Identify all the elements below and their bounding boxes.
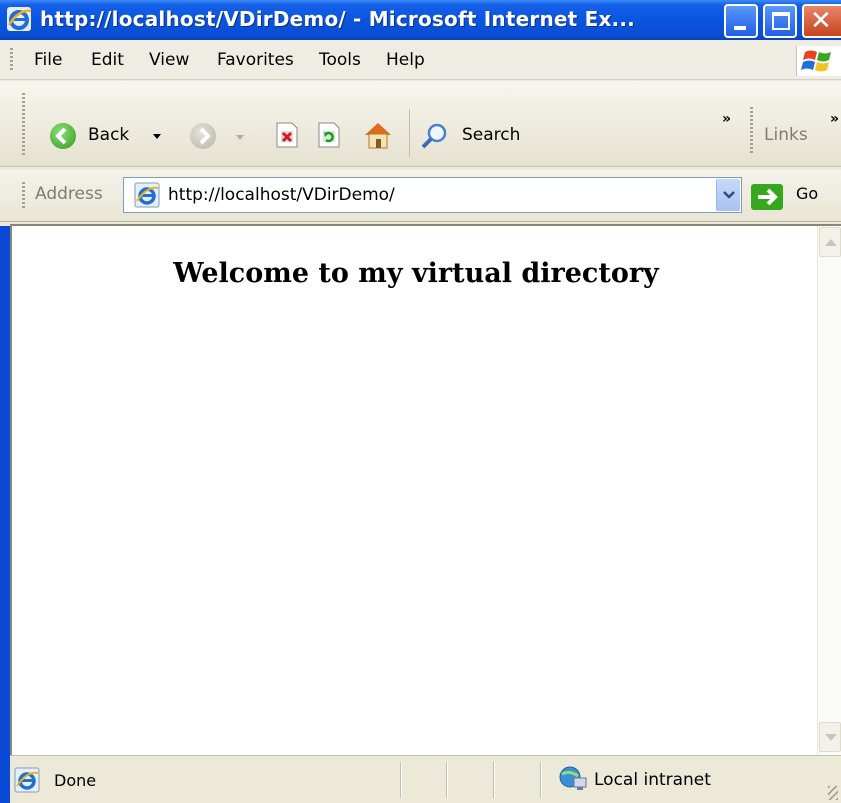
refresh-button[interactable] (316, 121, 342, 149)
search-label: Search (462, 125, 521, 145)
maximize-icon (772, 12, 790, 30)
menu-favorites[interactable]: Favorites (217, 50, 294, 70)
toolbar-overflow-chevron[interactable]: » (722, 111, 731, 127)
menu-file[interactable]: File (34, 50, 62, 70)
close-button[interactable]: ✕ (802, 4, 841, 38)
address-dropdown-button[interactable] (716, 179, 740, 211)
windows-logo (796, 46, 841, 76)
address-bar: Address http://localhost/VDirDemo/ Go (0, 170, 841, 222)
address-grip[interactable] (22, 182, 25, 210)
go-label[interactable]: Go (796, 184, 818, 203)
home-button[interactable] (362, 119, 394, 151)
address-url: http://localhost/VDirDemo/ (168, 185, 395, 205)
menu-tools[interactable]: Tools (319, 50, 361, 70)
browser-window: http://localhost/VDirDemo/ - Microsoft I… (0, 0, 841, 803)
status-divider (400, 762, 401, 798)
close-icon: ✕ (810, 6, 832, 36)
internet-explorer-icon (7, 7, 32, 31)
back-label: Back (88, 125, 130, 145)
menu-help[interactable]: Help (386, 50, 425, 70)
scroll-up-icon (825, 239, 837, 246)
standard-toolbar: Back Search » Links » (0, 81, 841, 167)
search-button[interactable]: Search (420, 119, 540, 153)
links-grip[interactable] (750, 107, 753, 155)
menubar-grip[interactable] (10, 48, 13, 72)
menu-edit[interactable]: Edit (91, 50, 124, 70)
back-button[interactable]: Back (50, 119, 162, 153)
stop-button[interactable] (274, 121, 300, 149)
status-divider (493, 762, 494, 798)
status-bar: Done Local intranet (10, 755, 841, 803)
minimize-icon (734, 26, 746, 30)
chevron-down-icon (723, 191, 735, 199)
status-divider (540, 762, 541, 798)
page-viewport: Welcome to my virtual directory (10, 224, 841, 755)
toolbar-grip[interactable] (22, 93, 25, 155)
scroll-down-icon (825, 734, 837, 741)
status-page-icon (14, 767, 40, 793)
links-label[interactable]: Links (764, 125, 808, 145)
back-arrow-icon (50, 123, 76, 149)
maximize-button[interactable] (763, 4, 797, 38)
local-intranet-icon (559, 766, 587, 790)
page-heading: Welcome to my virtual directory (173, 258, 659, 289)
links-overflow-chevron[interactable]: » (830, 111, 839, 127)
address-label: Address (35, 184, 103, 204)
title-bar[interactable]: http://localhost/VDirDemo/ - Microsoft I… (0, 0, 841, 40)
resize-grip[interactable] (828, 786, 838, 800)
forward-button[interactable] (190, 119, 250, 153)
go-button[interactable] (751, 184, 783, 210)
go-arrow-icon (758, 188, 778, 206)
menu-view[interactable]: View (149, 50, 189, 70)
minimize-button[interactable] (724, 4, 758, 38)
forward-dropdown-icon[interactable] (236, 135, 244, 140)
forward-arrow-icon (190, 123, 216, 149)
security-zone-label: Local intranet (594, 770, 711, 790)
stop-icon (276, 122, 298, 148)
page-icon (134, 182, 160, 208)
windows-flag-icon (801, 50, 831, 72)
address-input[interactable]: http://localhost/VDirDemo/ (123, 177, 742, 213)
toolbar-separator (409, 109, 410, 157)
scroll-down-button[interactable] (819, 722, 841, 752)
vertical-scrollbar[interactable] (817, 226, 841, 755)
status-divider (446, 762, 447, 798)
scroll-up-button[interactable] (819, 227, 841, 257)
refresh-icon (318, 122, 340, 148)
status-text: Done (54, 771, 97, 790)
menu-bar: File Edit View Favorites Tools Help (0, 40, 841, 80)
back-dropdown-icon[interactable] (153, 134, 161, 139)
window-title: http://localhost/VDirDemo/ - Microsoft I… (40, 7, 635, 31)
home-icon (365, 123, 391, 149)
search-icon (421, 123, 447, 149)
